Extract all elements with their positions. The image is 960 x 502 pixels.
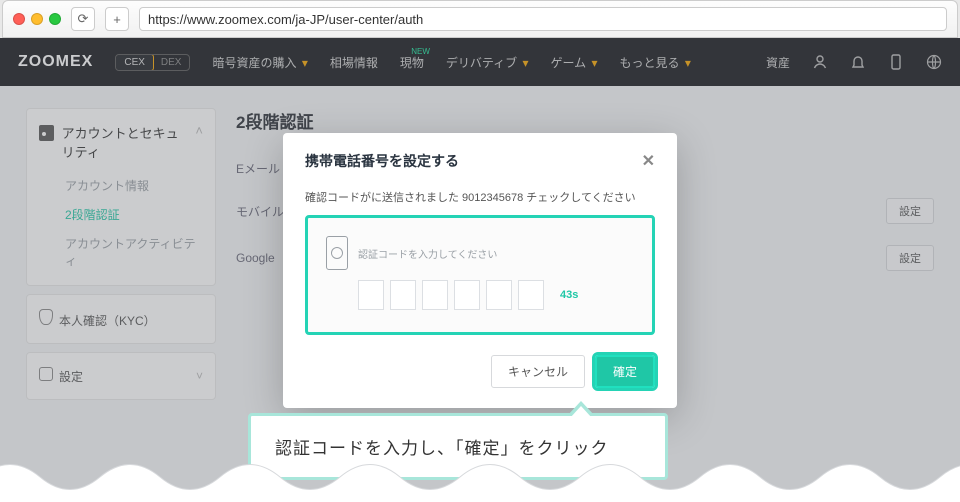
set-mobile-button[interactable]: 設定 — [886, 198, 934, 224]
close-icon[interactable]: ✕ — [642, 151, 655, 171]
modal-subtext: 確認コードがに送信されました 9012345678 チェックしてください — [305, 189, 655, 205]
modal-title: 携帯電話番号を設定する — [305, 151, 459, 171]
close-window[interactable] — [13, 13, 25, 25]
confirm-button[interactable]: 確定 — [595, 355, 655, 388]
nav-markets[interactable]: 相場情報 — [330, 54, 378, 71]
chevron-up-icon[interactable]: ˄ — [195, 123, 203, 138]
sidebar: アカウントとセキュリティ ˄ アカウント情報 2段階認証 アカウントアクティビテ… — [26, 108, 216, 480]
caret-icon: ▾ — [682, 56, 691, 70]
nav-game[interactable]: ゲーム ▾ — [551, 54, 598, 71]
row-label: モバイル — [236, 203, 284, 220]
code-inputs: 43s — [358, 280, 634, 310]
code-label: 認証コードを入力してください — [358, 246, 497, 261]
nav-assets[interactable]: 資産 — [766, 54, 790, 71]
cancel-button[interactable]: キャンセル — [491, 355, 585, 388]
code-box-4[interactable] — [454, 280, 480, 310]
toggle-cex[interactable]: CEX — [115, 54, 154, 71]
url-bar[interactable]: https://www.zoomex.com/ja-JP/user-center… — [139, 7, 947, 31]
caret-icon: ▾ — [298, 56, 307, 70]
nav-buy-crypto[interactable]: 暗号資産の購入 ▾ — [212, 54, 307, 71]
row-label: Google — [236, 251, 275, 265]
cex-dex-toggle[interactable]: CEX DEX — [115, 54, 190, 71]
code-box-3[interactable] — [422, 280, 448, 310]
maximize-window[interactable] — [49, 13, 61, 25]
browser-chrome: ⟳ + https://www.zoomex.com/ja-JP/user-ce… — [2, 0, 958, 38]
page-title: 2段階認証 — [236, 108, 934, 133]
sidebar-item-settings[interactable]: 設定 ˅ — [26, 352, 216, 400]
bell-icon[interactable] — [850, 54, 866, 70]
code-box-6[interactable] — [518, 280, 544, 310]
minimize-window[interactable] — [31, 13, 43, 25]
set-phone-modal: 携帯電話番号を設定する ✕ 確認コードがに送信されました 9012345678 … — [283, 133, 677, 408]
caret-icon: ▾ — [588, 56, 597, 70]
globe-icon[interactable] — [926, 54, 942, 70]
chevron-down-icon: ˅ — [196, 369, 203, 383]
nav-more[interactable]: もっと見る ▾ — [620, 54, 691, 71]
code-box-2[interactable] — [390, 280, 416, 310]
code-box-1[interactable] — [358, 280, 384, 310]
code-box-5[interactable] — [486, 280, 512, 310]
sidebar-section-security: アカウントとセキュリティ ˄ アカウント情報 2段階認証 アカウントアクティビテ… — [26, 108, 216, 286]
url-text: https://www.zoomex.com/ja-JP/user-center… — [148, 12, 423, 27]
reload-button[interactable]: ⟳ — [71, 7, 95, 31]
toggle-dex[interactable]: DEX — [153, 55, 190, 70]
row-label: Eメール — [236, 160, 280, 177]
mobile-icon[interactable] — [888, 54, 904, 70]
new-badge: NEW — [411, 47, 430, 56]
shield-icon — [39, 309, 53, 325]
sidebar-item-kyc[interactable]: 本人確認（KYC） — [26, 294, 216, 344]
set-google-button[interactable]: 設定 — [886, 245, 934, 271]
bottom-wave-decoration — [0, 447, 960, 502]
top-nav: ZOOMEX CEX DEX 暗号資産の購入 ▾ 相場情報 現物NEW デリバテ… — [0, 38, 960, 86]
phone-code-icon — [326, 236, 348, 270]
resend-timer: 43s — [560, 289, 578, 301]
sidebar-item-account-info[interactable]: アカウント情報 — [39, 171, 203, 200]
gear-icon — [39, 367, 53, 381]
caret-icon: ▾ — [519, 56, 528, 70]
user-icon[interactable] — [812, 54, 828, 70]
window-controls — [13, 13, 61, 25]
nav-spot[interactable]: 現物NEW — [400, 54, 424, 71]
new-tab-button[interactable]: + — [105, 7, 129, 31]
sidebar-item-activity[interactable]: アカウントアクティビティ — [39, 229, 203, 275]
id-card-icon — [39, 125, 54, 141]
app-frame: ZOOMEX CEX DEX 暗号資産の購入 ▾ 相場情報 現物NEW デリバテ… — [0, 38, 960, 502]
code-entry-area: 認証コードを入力してください 43s — [305, 215, 655, 335]
nav-derivatives[interactable]: デリバティブ ▾ — [446, 54, 529, 71]
logo[interactable]: ZOOMEX — [18, 53, 93, 71]
sidebar-item-2fa[interactable]: 2段階認証 — [39, 200, 203, 229]
sidebar-section-title: アカウントとセキュリティ ˄ — [39, 123, 203, 161]
